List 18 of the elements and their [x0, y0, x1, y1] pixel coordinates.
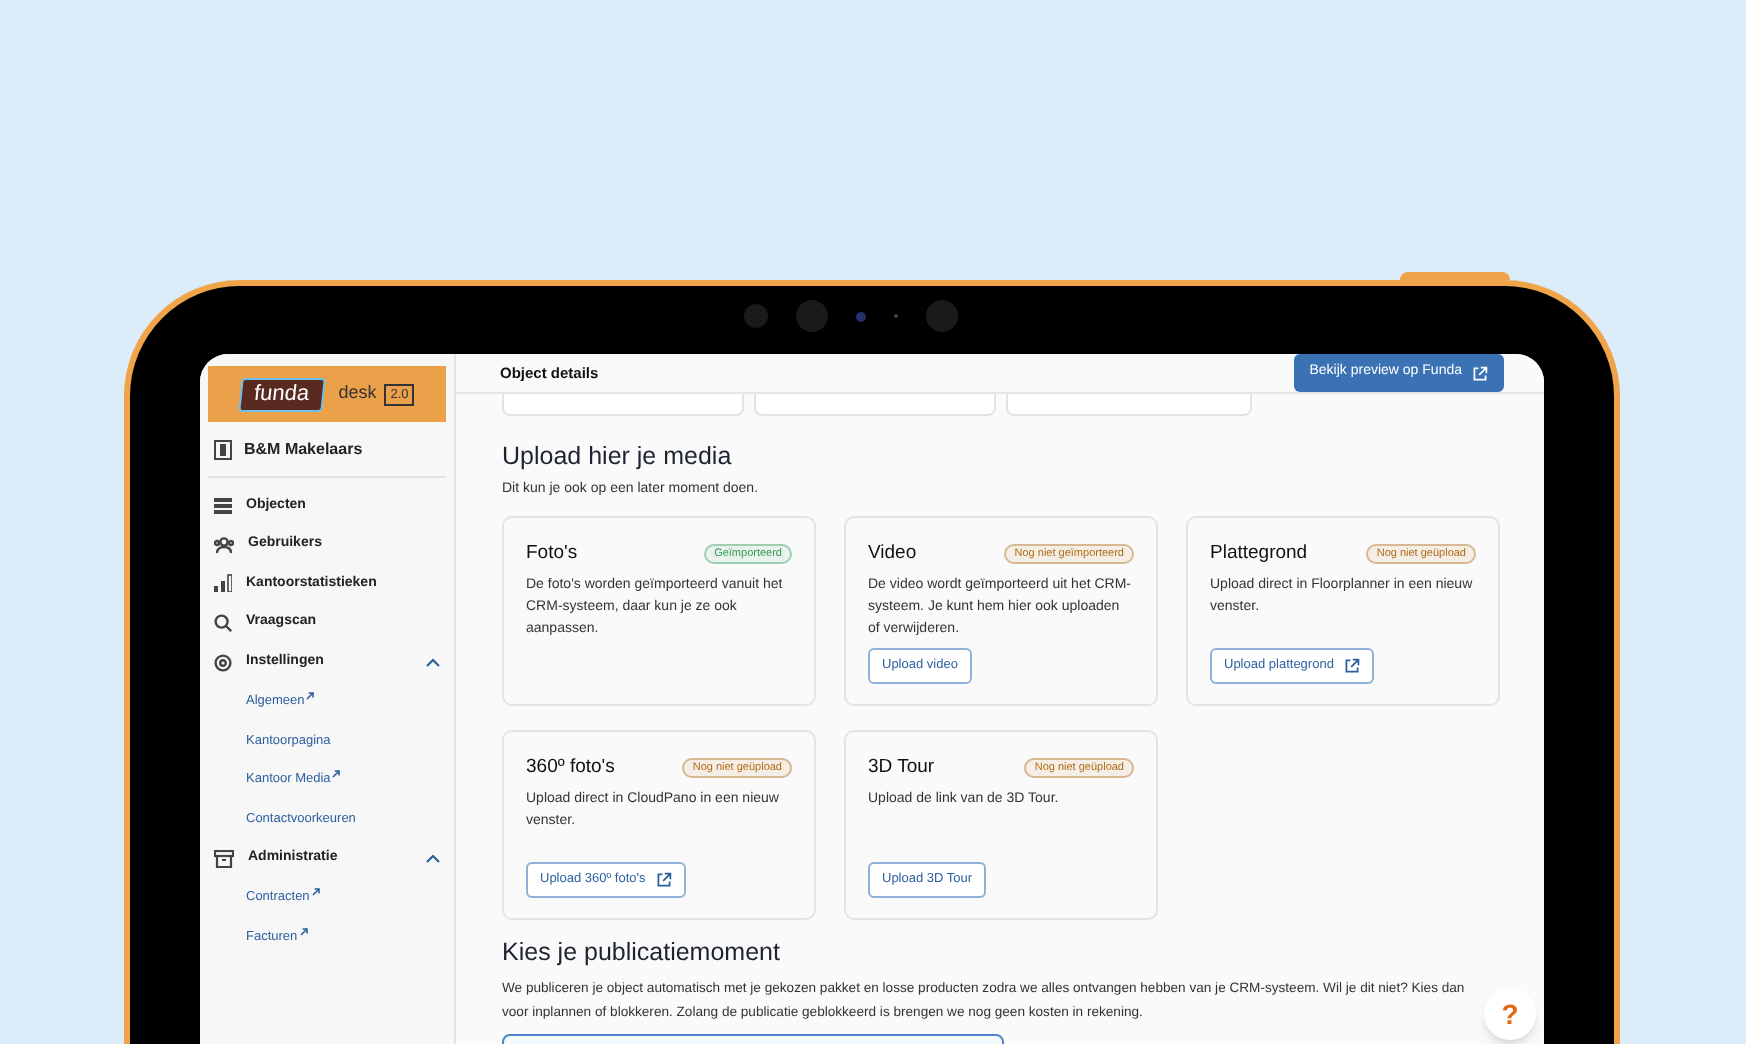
- search-icon: [214, 614, 232, 633]
- section-heading: Kies je publicatiemoment: [502, 935, 782, 967]
- building-icon: [214, 439, 232, 459]
- card-title: 3D Tour: [868, 753, 935, 781]
- card-title: 360º foto's: [526, 753, 615, 781]
- product-name: desk: [338, 380, 377, 407]
- list-icon: [214, 497, 232, 514]
- users-icon: [214, 535, 234, 554]
- archive-icon: [214, 849, 234, 868]
- chart-icon: [214, 574, 232, 593]
- brand-logo: funda: [237, 377, 325, 411]
- settings-icon: [214, 653, 232, 672]
- section-heading: Upload hier je media: [502, 440, 734, 472]
- external-link-icon: [1472, 365, 1488, 381]
- card-title: Foto's: [526, 539, 578, 567]
- company-name: B&M Makelaars: [244, 437, 363, 461]
- card-title: Video: [868, 539, 917, 567]
- card-title: Plattegrond: [1210, 539, 1308, 567]
